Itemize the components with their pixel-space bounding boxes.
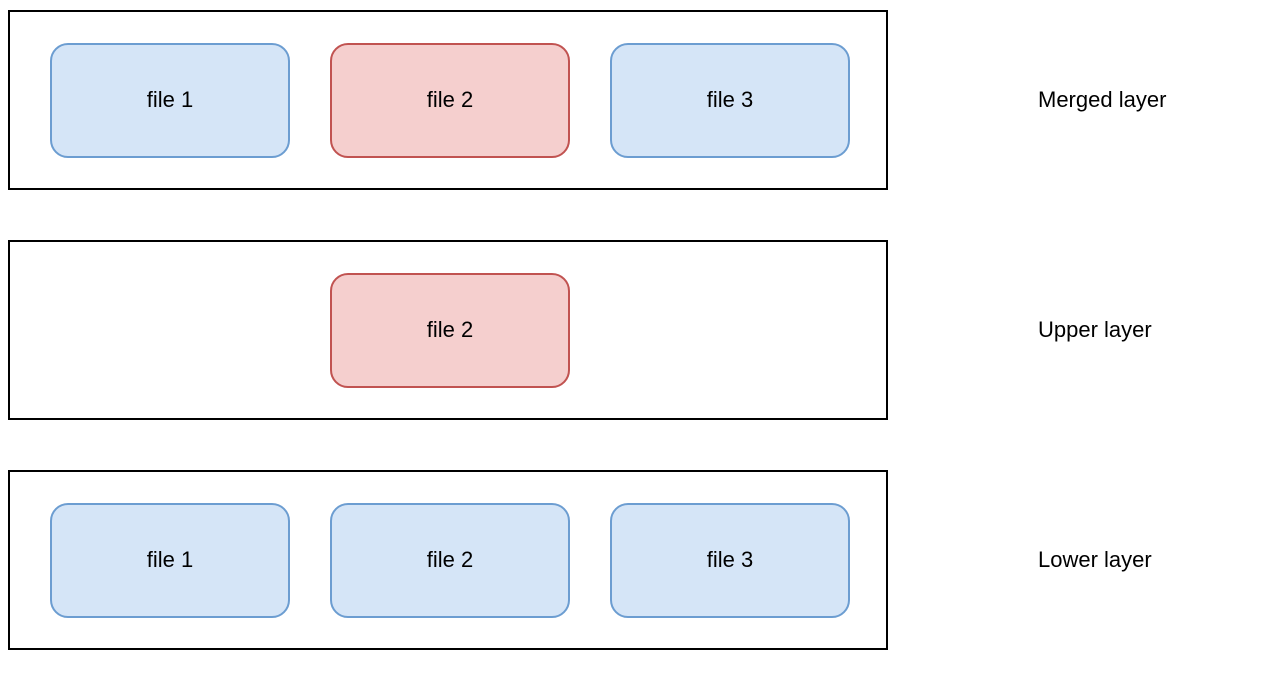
upper-layer-row: file 2 Upper layer <box>8 240 1262 420</box>
file-box: file 2 <box>330 43 570 158</box>
merged-layer-row: file 1 file 2 file 3 Merged layer <box>8 10 1262 190</box>
file-label: file 2 <box>427 87 473 113</box>
upper-layer-box: file 2 <box>8 240 888 420</box>
file-box: file 1 <box>50 503 290 618</box>
lower-layer-label: Lower layer <box>1038 547 1152 573</box>
upper-layer-label: Upper layer <box>1038 317 1152 343</box>
lower-layer-box: file 1 file 2 file 3 <box>8 470 888 650</box>
file-label: file 1 <box>147 87 193 113</box>
file-box: file 3 <box>610 503 850 618</box>
lower-layer-row: file 1 file 2 file 3 Lower layer <box>8 470 1262 650</box>
file-label: file 2 <box>427 547 473 573</box>
merged-layer-box: file 1 file 2 file 3 <box>8 10 888 190</box>
file-label: file 3 <box>707 547 753 573</box>
file-label: file 2 <box>427 317 473 343</box>
merged-layer-label: Merged layer <box>1038 87 1166 113</box>
file-box: file 2 <box>330 273 570 388</box>
file-box: file 1 <box>50 43 290 158</box>
file-box: file 3 <box>610 43 850 158</box>
file-label: file 3 <box>707 87 753 113</box>
file-box: file 2 <box>330 503 570 618</box>
file-label: file 1 <box>147 547 193 573</box>
